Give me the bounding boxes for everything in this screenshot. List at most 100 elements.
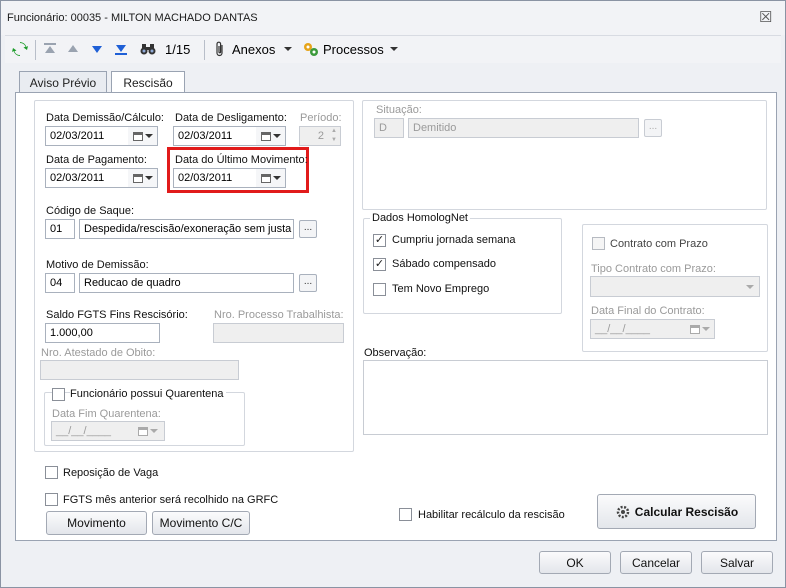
quarentena-label: Funcionário possui Quarentena — [70, 388, 227, 400]
calculator-gear-icon — [615, 504, 631, 520]
data-ultimo-movimento-calendar-button[interactable] — [256, 168, 286, 188]
data-fim-quarentena-field[interactable]: __/__/____ — [51, 421, 133, 441]
data-desligamento-field[interactable]: 02/03/2011 — [173, 126, 257, 146]
codigo-saque-code-field[interactable]: 01 — [45, 219, 75, 239]
situacao-description-field[interactable]: Demitido — [408, 118, 639, 138]
last-record-icon[interactable] — [112, 40, 130, 58]
toolbar-separator — [35, 40, 36, 60]
data-ultimo-movimento-label: Data do Último Movimento: — [175, 154, 308, 166]
novo-emprego-checkbox[interactable] — [373, 283, 386, 296]
movimento-button[interactable]: Movimento — [46, 511, 147, 535]
calcular-rescisao-label: Calcular Rescisão — [634, 504, 739, 519]
situacao-group — [362, 100, 767, 210]
contrato-prazo-label: Contrato com Prazo — [610, 238, 708, 250]
calendar-icon — [260, 131, 271, 141]
cumpriu-jornada-checkbox[interactable]: ✓ — [373, 234, 386, 247]
sabado-compensado-checkbox[interactable]: ✓ — [373, 258, 386, 271]
ok-button[interactable]: OK — [539, 551, 611, 574]
toolbar: 1/15 Anexos Processos — [5, 35, 781, 63]
processes-menu[interactable]: Processos — [323, 42, 384, 57]
novo-emprego-label: Tem Novo Emprego — [392, 283, 490, 295]
data-desligamento-label: Data de Desligamento: — [175, 112, 287, 124]
movimento-cc-button[interactable]: Movimento C/C — [152, 511, 250, 535]
motivo-demissao-description-field[interactable]: Reducao de quadro — [79, 273, 294, 293]
calendar-icon — [132, 131, 143, 141]
paperclip-icon[interactable] — [211, 40, 229, 58]
nro-processo-field[interactable] — [213, 323, 344, 343]
dialog-window: Funcionário: 00035 - MILTON MACHADO DANT… — [0, 0, 786, 588]
fgts-mes-anterior-label: FGTS mês anterior será recolhido na GRFC — [63, 494, 279, 506]
motivo-demissao-code-field[interactable]: 04 — [45, 273, 75, 293]
save-button[interactable]: Salvar — [701, 551, 773, 574]
tipo-contrato-label: Tipo Contrato com Prazo: — [591, 263, 716, 275]
codigo-saque-label: Código de Saque: — [46, 205, 135, 217]
next-record-icon[interactable] — [88, 40, 106, 58]
observacao-textarea[interactable] — [363, 360, 768, 435]
previous-record-icon[interactable] — [64, 40, 82, 58]
record-position: 1/15 — [165, 42, 191, 57]
toolbar-separator — [204, 40, 205, 60]
close-icon[interactable]: ☒ — [759, 10, 772, 25]
cumpriu-jornada-label: Cumpriu jornada semana — [392, 234, 516, 246]
data-pagamento-label: Data de Pagamento: — [46, 154, 147, 166]
chevron-down-icon — [272, 134, 281, 138]
data-pagamento-field[interactable]: 02/03/2011 — [45, 168, 129, 188]
fgts-mes-anterior-checkbox[interactable] — [45, 493, 58, 506]
periodo-label: Período: — [300, 112, 342, 124]
tab-aviso-previo[interactable]: Aviso Prévio — [19, 71, 107, 93]
nro-atestado-label: Nro. Atestado de Obito: — [41, 347, 156, 359]
reposicao-vaga-checkbox[interactable] — [45, 466, 58, 479]
calendar-icon — [260, 173, 271, 183]
cancel-button[interactable]: Cancelar — [620, 551, 692, 574]
homolognet-title: Dados HomologNet — [370, 212, 470, 224]
motivo-demissao-lookup-button[interactable]: ... — [299, 274, 317, 292]
first-record-icon[interactable] — [41, 40, 59, 58]
data-final-contrato-calendar-button[interactable] — [685, 319, 715, 339]
quarentena-checkbox[interactable] — [52, 388, 65, 401]
calcular-rescisao-button[interactable]: Calcular Rescisão — [597, 494, 756, 529]
chevron-down-icon — [746, 285, 754, 289]
chevron-down-icon — [701, 327, 710, 331]
chevron-down-icon — [272, 176, 281, 180]
attachments-dropdown-icon[interactable] — [284, 47, 292, 51]
nro-atestado-field[interactable] — [40, 360, 239, 380]
data-pagamento-calendar-button[interactable] — [128, 168, 158, 188]
motivo-demissao-label: Motivo de Demissão: — [46, 259, 149, 271]
data-desligamento-calendar-button[interactable] — [256, 126, 286, 146]
data-fim-quarentena-label: Data Fim Quarentena: — [52, 408, 161, 420]
data-final-contrato-label: Data Final do Contrato: — [591, 305, 705, 317]
data-final-contrato-field[interactable]: __/__/____ — [590, 319, 686, 339]
codigo-saque-lookup-button[interactable]: ... — [299, 220, 317, 238]
window-title: Funcionário: 00035 - MILTON MACHADO DANT… — [7, 12, 258, 24]
data-demissao-calendar-button[interactable] — [128, 126, 158, 146]
periodo-spinner[interactable]: ▲ ▼ — [328, 126, 341, 146]
sabado-compensado-label: Sábado compensado — [392, 258, 496, 270]
situacao-label: Situação: — [376, 104, 422, 116]
tab-rescisao[interactable]: Rescisão — [111, 71, 185, 94]
periodo-field[interactable]: 2 — [299, 126, 329, 146]
refresh-icon[interactable] — [11, 40, 29, 58]
codigo-saque-description-field[interactable]: Despedida/rescisão/exoneração sem justa … — [79, 219, 294, 239]
situacao-code-field[interactable]: D — [374, 118, 404, 138]
chevron-down-icon — [150, 429, 158, 433]
contrato-prazo-checkbox[interactable] — [592, 237, 605, 250]
tipo-contrato-select[interactable] — [590, 276, 760, 297]
title-bar: Funcionário: 00035 - MILTON MACHADO DANT… — [1, 1, 785, 35]
processes-dropdown-icon[interactable] — [390, 47, 398, 51]
observacao-label: Observação: — [364, 347, 427, 359]
habilitar-recalculo-checkbox[interactable] — [399, 508, 412, 521]
data-ultimo-movimento-field[interactable]: 02/03/2011 — [173, 168, 257, 188]
data-demissao-label: Data Demissão/Cálculo: — [46, 112, 164, 124]
chevron-down-icon — [144, 176, 153, 180]
data-fim-quarentena-calendar-button[interactable] — [132, 421, 165, 441]
attachments-menu[interactable]: Anexos — [232, 42, 275, 57]
data-demissao-field[interactable]: 02/03/2011 — [45, 126, 129, 146]
situacao-lookup-button[interactable]: ... — [644, 119, 662, 137]
calendar-icon — [138, 426, 148, 436]
reposicao-vaga-label: Reposição de Vaga — [63, 467, 159, 479]
processes-icon[interactable] — [302, 40, 320, 58]
nro-processo-label: Nro. Processo Trabalhista: — [214, 309, 344, 321]
chevron-down-icon — [144, 134, 153, 138]
binoculars-icon[interactable] — [139, 40, 157, 58]
saldo-fgts-field[interactable]: 1.000,00 — [45, 323, 160, 343]
